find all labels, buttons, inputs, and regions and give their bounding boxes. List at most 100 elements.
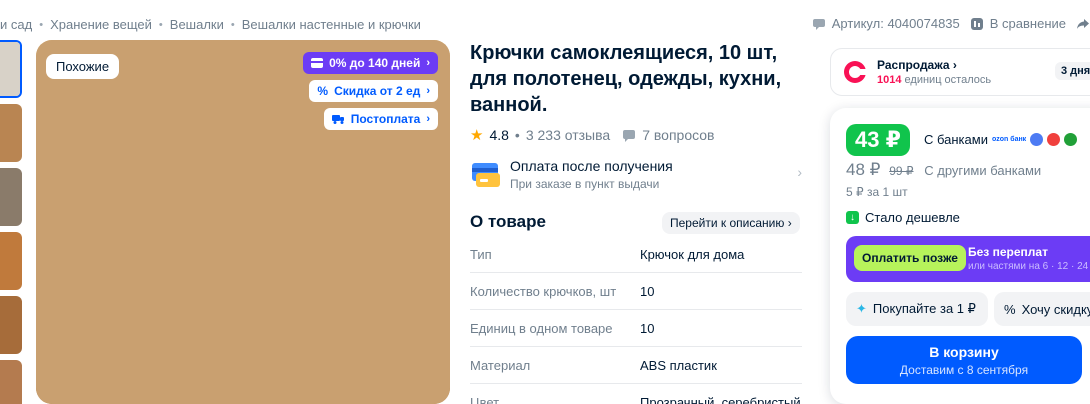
- bank-logo-icon: [1064, 133, 1078, 146]
- add-to-cart-label: В корзину: [929, 344, 999, 360]
- thumbnail-strip: [0, 40, 22, 404]
- payment-subtitle: При заказе в пункт выдачи: [510, 176, 660, 191]
- bank-price: 43 ₽: [846, 124, 910, 156]
- delivery-date: Доставим с 8 сентября: [899, 363, 1029, 377]
- arrow-down-icon: ↓: [846, 211, 859, 224]
- breadcrumb-item-home-garden[interactable]: и сад: [0, 17, 32, 32]
- article-copy[interactable]: Артикул: 4040074835: [812, 16, 960, 31]
- add-to-cart-button[interactable]: В корзину Доставим с 8 сентября: [846, 336, 1082, 384]
- spec-value: Крючок для дома: [640, 246, 745, 262]
- sale-banner[interactable]: Распродажа › 1014 единиц осталось 3 дня …: [830, 48, 1090, 96]
- similar-button[interactable]: Похожие: [46, 54, 120, 79]
- sticker-postpay[interactable]: Постоплата ›: [323, 108, 438, 130]
- regular-price: 48 ₽: [846, 160, 881, 179]
- buy-for-one-ruble-button[interactable]: ✦ Покупайте за 1 ₽: [846, 292, 988, 326]
- sale-title-row: Распродажа ›: [877, 58, 991, 72]
- spec-value: 10: [640, 283, 655, 299]
- rating-value: 4.8: [489, 127, 509, 143]
- promo-stickers: 0% до 140 дней › % Скидка от 2 ед › Пост…: [303, 52, 438, 130]
- breadcrumb-separator: •: [158, 18, 163, 31]
- compare-button[interactable]: В сравнение: [970, 16, 1066, 31]
- unit-price: 5 ₽ за 1 шт: [846, 185, 908, 199]
- want-discount-label: Хочу скидку: [1021, 301, 1090, 317]
- product-image[interactable]: Похожие 0% до 140 дней › % Скидка от 2 е…: [36, 40, 450, 404]
- share-button[interactable]: [1076, 17, 1090, 31]
- card-icon: [311, 58, 324, 68]
- spec-value: Прозрачный, серебристый: [640, 395, 801, 404]
- reviews-count[interactable]: 3 233 отзыва: [526, 127, 610, 143]
- with-bank-label: С банками ozon банк: [924, 132, 1078, 147]
- sticker-discount[interactable]: % Скидка от 2 ед ›: [309, 80, 438, 102]
- truck-icon: [331, 115, 344, 124]
- breadcrumb: и сад • Хранение вещей • Вешалки • Вешал…: [0, 17, 421, 32]
- product-meta: Артикул: 4040074835 В сравнение: [812, 16, 1090, 31]
- spec-row: Тип Крючок для дома: [470, 236, 802, 273]
- rating-separator: •: [514, 127, 520, 143]
- questions-count[interactable]: 7 вопросов: [642, 127, 714, 143]
- spec-row: Материал ABS пластик: [470, 347, 802, 384]
- price-card: 43 ₽ С банками ozon банк 48 ₽ 99 ₽ С дру…: [830, 108, 1090, 404]
- payment-after-delivery[interactable]: Оплата после получения При заказе в пунк…: [470, 156, 802, 192]
- go-to-description-link[interactable]: Перейти к описанию ›: [662, 212, 800, 234]
- breadcrumb-separator: •: [39, 18, 44, 31]
- breadcrumb-separator: •: [230, 18, 235, 31]
- star-icon: ★: [470, 127, 484, 144]
- want-discount-button[interactable]: % Хочу скидку: [994, 292, 1090, 326]
- go-to-description-label: Перейти к описанию: [670, 216, 785, 230]
- sparkle-icon: ✦: [856, 301, 867, 316]
- sticker-installment[interactable]: 0% до 140 дней ›: [303, 52, 438, 74]
- pay-later-block[interactable]: Оплатить позже Без переплат или частями …: [846, 236, 1090, 282]
- product-title: Крючки самоклеящиеся, 10 шт, для полотен…: [470, 42, 782, 116]
- breadcrumb-item-hangers[interactable]: Вешалки: [170, 17, 224, 32]
- sale-timer: 3 дня д: [1055, 62, 1090, 80]
- sticker-installment-label: 0% до 140 дней: [329, 56, 421, 70]
- share-icon: [1077, 18, 1089, 29]
- chevron-right-icon: ›: [797, 164, 802, 180]
- bank-logo-icon: [1030, 133, 1044, 146]
- article-number: Артикул: 4040074835: [831, 16, 960, 31]
- spec-key: Материал: [470, 357, 531, 373]
- question-icon: [623, 129, 636, 142]
- chevron-right-icon: ›: [426, 85, 430, 97]
- thumbnail-5[interactable]: [0, 296, 22, 354]
- price-drop-label: Стало дешевле: [865, 210, 960, 225]
- sale-remaining-count: 1014: [877, 74, 902, 86]
- old-price: 99 ₽: [889, 164, 914, 178]
- thumbnail-2[interactable]: [0, 104, 22, 162]
- sticker-discount-label: Скидка от 2 ед: [334, 84, 421, 98]
- spec-key: Тип: [470, 246, 492, 262]
- chat-icon: [812, 18, 825, 30]
- spec-row: Единиц в одном товаре 10: [470, 310, 802, 347]
- breadcrumb-item-wall-hooks[interactable]: Вешалки настенные и крючки: [242, 17, 421, 32]
- pay-later-button[interactable]: Оплатить позже: [854, 245, 966, 271]
- product-page: и сад • Хранение вещей • Вешалки • Вешал…: [0, 0, 1090, 404]
- spec-table: Тип Крючок для дома Количество крючков, …: [470, 236, 802, 404]
- buy-for-one-ruble-label: Покупайте за 1 ₽: [872, 301, 976, 316]
- thumbnail-4[interactable]: [0, 232, 22, 290]
- with-bank-text: С банками: [924, 132, 988, 147]
- compare-icon: [970, 17, 983, 30]
- thumbnail-6[interactable]: [0, 360, 22, 404]
- chevron-right-icon: ›: [787, 216, 792, 230]
- bank-logo-icon: [1047, 133, 1061, 146]
- about-title: О товаре: [470, 212, 546, 231]
- chevron-right-icon: ›: [426, 113, 430, 125]
- rating-row[interactable]: ★ 4.8 • 3 233 отзыва 7 вопросов: [470, 126, 714, 144]
- discount-icon: %: [1004, 301, 1016, 317]
- thumbnail-1[interactable]: [0, 40, 22, 98]
- spec-row: Количество крючков, шт 10: [470, 273, 802, 310]
- breadcrumb-item-storage[interactable]: Хранение вещей: [50, 17, 152, 32]
- spec-value: ABS пластик: [640, 357, 717, 373]
- sticker-postpay-label: Постоплата: [350, 112, 421, 126]
- chevron-right-icon: ›: [426, 57, 430, 69]
- percent-icon: %: [317, 84, 329, 98]
- other-banks-label: С другими банками: [924, 163, 1042, 178]
- payment-card-icon: [472, 163, 500, 187]
- thumbnail-3[interactable]: [0, 168, 22, 226]
- sale-logo-icon: [844, 61, 867, 83]
- sale-remaining-label: единиц осталось: [904, 74, 992, 86]
- ozon-bank-label: ozon банк: [991, 136, 1027, 143]
- pay-later-title: Без переплат: [968, 245, 1048, 259]
- spec-key: Цвет: [470, 395, 500, 404]
- other-banks-price: 48 ₽ 99 ₽ С другими банками: [846, 160, 1041, 180]
